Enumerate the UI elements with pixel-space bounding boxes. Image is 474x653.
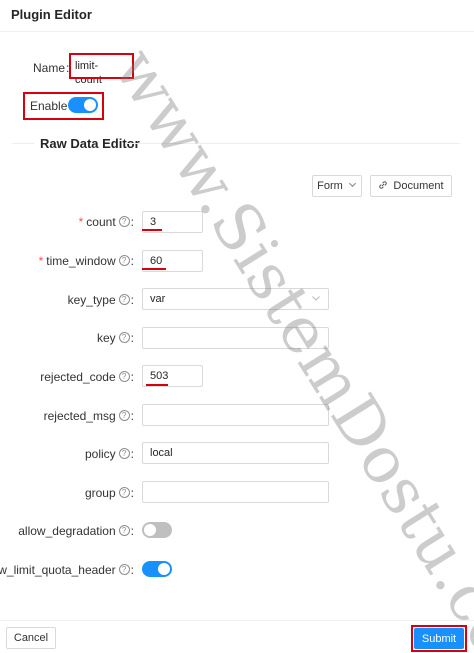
key-type-value: var — [150, 293, 166, 305]
highlight-box-submit — [411, 625, 467, 652]
chevron-down-icon — [348, 180, 357, 192]
key-input[interactable] — [142, 327, 329, 349]
time-window-label: * time_window?: — [38, 254, 134, 268]
allow-degradation-switch[interactable] — [142, 522, 172, 538]
section-divider-right — [125, 143, 460, 144]
key-type-label: key_type?: — [67, 293, 134, 307]
question-circle-icon[interactable]: ? — [118, 448, 130, 460]
question-circle-icon[interactable]: ? — [118, 525, 130, 537]
rejected-code-label: rejected_code?: — [40, 370, 134, 384]
switch-knob — [144, 524, 156, 536]
document-button[interactable]: Document — [370, 175, 452, 197]
chevron-down-icon — [311, 293, 321, 303]
group-input[interactable] — [142, 481, 329, 503]
count-label: * count?: — [78, 215, 134, 229]
show-limit-quota-header-switch[interactable] — [142, 561, 172, 577]
link-icon — [378, 180, 388, 193]
underline-time-window — [142, 268, 166, 270]
question-circle-icon[interactable]: ? — [118, 487, 130, 499]
key-label: key?: — [96, 331, 134, 345]
drawer-title: Plugin Editor — [11, 7, 92, 22]
cancel-button[interactable]: Cancel — [6, 627, 56, 649]
editor-mode-select[interactable]: Form — [312, 175, 362, 197]
question-circle-icon[interactable]: ? — [118, 371, 130, 383]
question-circle-icon[interactable]: ? — [118, 564, 130, 576]
question-circle-icon[interactable]: ? — [118, 255, 130, 267]
question-circle-icon[interactable]: ? — [118, 294, 130, 306]
question-circle-icon[interactable]: ? — [118, 216, 130, 228]
policy-input[interactable]: local — [142, 442, 329, 464]
drawer-header: Plugin Editor — [0, 0, 474, 32]
policy-label: policy?: — [84, 447, 134, 461]
section-divider-left — [12, 143, 34, 144]
key-type-select[interactable]: var — [142, 288, 329, 310]
group-label: group?: — [84, 486, 134, 500]
highlight-box-enable — [23, 92, 104, 120]
underline-rejected-code — [146, 384, 168, 386]
allow-degradation-label: allow_degradation?: — [18, 524, 134, 538]
rejected-msg-label: rejected_msg?: — [43, 409, 134, 423]
footer-divider — [0, 620, 474, 621]
switch-knob — [158, 563, 170, 575]
question-circle-icon[interactable]: ? — [118, 410, 130, 422]
underline-count — [142, 229, 162, 231]
document-button-label: Document — [393, 180, 444, 192]
question-circle-icon[interactable]: ? — [118, 332, 130, 344]
name-label: Name: — [33, 61, 70, 75]
cancel-button-label: Cancel — [13, 632, 49, 644]
rejected-msg-input[interactable] — [142, 404, 329, 426]
editor-mode-value: Form — [317, 180, 343, 192]
show-limit-quota-header-label: show_limit_quota_header?: — [0, 563, 134, 577]
highlight-box-name — [69, 53, 134, 79]
